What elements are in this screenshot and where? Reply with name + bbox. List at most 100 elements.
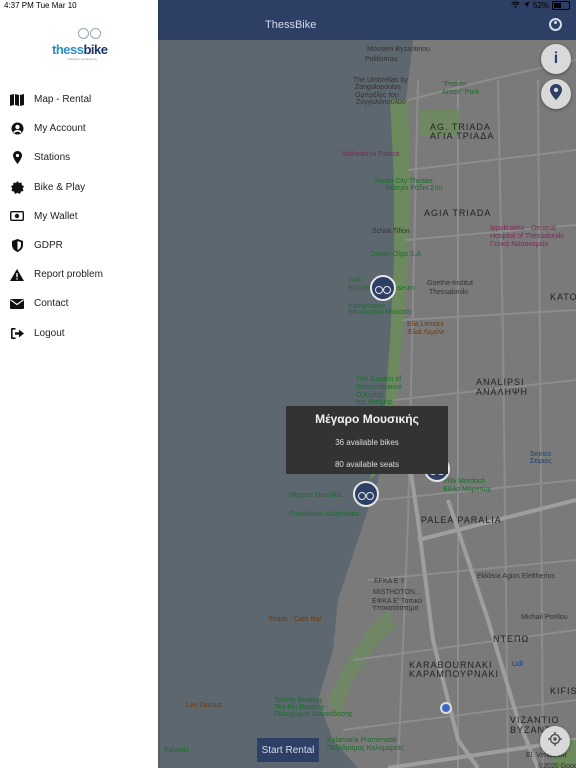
map-icon xyxy=(0,93,34,106)
map-label: Sharki - Cafe Bar xyxy=(268,616,322,623)
map-label: KARABOURNAKI xyxy=(409,660,493,670)
thessbike-logo: thessbike ποδήλατο μετακίνησης xyxy=(52,28,108,62)
station-name: Μέγαρο Μουσικής xyxy=(315,412,419,426)
logo-wordmark: thessbike xyxy=(52,42,108,57)
map-label: Politismou xyxy=(365,56,398,63)
shield-icon xyxy=(0,239,34,253)
location-pin-button[interactable] xyxy=(541,79,571,109)
menu-item-map-rental[interactable]: Map - Rental xyxy=(0,85,158,114)
available-bikes: 36 available bikes xyxy=(335,438,399,447)
map-label: AG. TRIADA xyxy=(430,122,491,132)
menu-item-gdpr[interactable]: GDPR xyxy=(0,231,158,260)
map-label: Les Zazous xyxy=(186,702,223,709)
status-right: 52% xyxy=(511,1,570,10)
menu-item-label: My Wallet xyxy=(34,210,78,222)
menu-item-label: Contact xyxy=(34,298,69,310)
badge-icon xyxy=(0,180,34,194)
menu-item-label: Logout xyxy=(34,327,65,339)
map-label: Πολυχώρος Διασκέδασης xyxy=(274,711,353,718)
warning-icon xyxy=(0,268,34,281)
map-label: Θέατρο Ράδιο Σίτυ xyxy=(385,185,443,192)
map-label: Michail Psellou xyxy=(521,614,568,621)
menu-item-label: Report problem xyxy=(34,269,103,281)
menu-item-stations[interactable]: Stations xyxy=(0,143,158,172)
map-label: ©2020 Google xyxy=(538,763,576,768)
map-label: Thessaloniki xyxy=(429,289,468,296)
map-label: KATO xyxy=(550,292,576,302)
map-label: ΑΝΑΛΗΨΗ xyxy=(476,387,529,397)
map-label: Scholi Tifion xyxy=(372,228,410,235)
menu-item-label: Stations xyxy=(34,152,71,164)
map-label: Remembrance xyxy=(356,384,402,391)
logout-icon xyxy=(0,327,34,339)
menu-item-label: GDPR xyxy=(34,240,63,252)
menu-item-report-problem[interactable]: Report problem xyxy=(0,260,158,289)
map-label: Goethe-Institut xyxy=(427,280,473,287)
map-label: Makedonia Palace xyxy=(342,151,400,158)
crosshair-icon xyxy=(548,731,562,751)
account-icon xyxy=(0,122,34,135)
map-label: Σείριος xyxy=(530,458,552,465)
map-label: VIZANTIO xyxy=(510,715,560,725)
map-label: The Garden of xyxy=(356,376,402,383)
status-date: Tue Mar 10 xyxy=(36,1,77,10)
logo-wheel-icon xyxy=(78,28,89,39)
status-time: 4:37 PM xyxy=(4,1,34,10)
location-pin-icon xyxy=(550,83,562,105)
info-button[interactable]: i xyxy=(541,44,571,74)
map-label: Ippokrateio - General xyxy=(490,225,556,232)
map-label: ΝΤΕΠΩ xyxy=(493,634,530,644)
bike-station-marker-selected[interactable] xyxy=(353,481,379,507)
map-label: Υποκατάστημα xyxy=(372,605,419,612)
bike-station-marker[interactable] xyxy=(370,275,396,301)
battery-icon xyxy=(552,1,570,10)
status-bar: 4:37 PM Tue Mar 10 52% xyxy=(0,0,576,12)
profile-icon[interactable] xyxy=(549,18,562,31)
station-popup[interactable]: Μέγαρο Μουσικής 36 available bikes 80 av… xyxy=(286,406,448,474)
map-view[interactable]: Mousein Byzantinou Politismou The Umbrella… xyxy=(158,0,576,768)
info-icon: i xyxy=(553,50,559,67)
menu-item-bike-play[interactable]: Bike & Play xyxy=(0,173,158,202)
wallet-icon xyxy=(0,211,34,222)
map-label: Ekklisia Agios Eleftherios xyxy=(477,573,555,580)
available-seats: 80 available seats xyxy=(334,460,400,469)
map-label: Hospital of Thessaloniki xyxy=(490,233,564,240)
menu-item-label: Bike & Play xyxy=(34,181,86,193)
wifi-icon xyxy=(511,1,520,10)
envelope-icon xyxy=(0,298,34,309)
map-label: AGIA TRIADA xyxy=(424,208,492,218)
map-label: Lidl xyxy=(512,661,523,668)
map-label: PALEA PARALIA xyxy=(421,515,502,525)
menu-item-logout[interactable]: Logout xyxy=(0,319,158,348)
logo-tagline: ποδήλατο μετακίνησης xyxy=(66,57,98,61)
map-label: Zongolopoulos xyxy=(355,84,401,91)
map-label: Ζογγολόπουλου xyxy=(356,99,406,106)
map-label: Poseidonio Kolimvitirio xyxy=(289,511,360,518)
menu-item-contact[interactable]: Contact xyxy=(0,289,158,318)
map-label: Megaro Mousikis xyxy=(289,492,342,499)
map-label: Folk xyxy=(348,277,362,284)
map-label: EFKA E Y xyxy=(374,578,405,585)
map-label: "Pedion xyxy=(442,81,467,88)
menu-item-my-account[interactable]: My Account xyxy=(0,114,158,143)
map-label: Kalamaria Promenade xyxy=(327,737,397,744)
my-location-button[interactable] xyxy=(540,726,570,756)
start-rental-button[interactable]: Start Rental xyxy=(257,738,319,762)
menu-item-my-wallet[interactable]: My Wallet xyxy=(0,202,158,231)
location-pin-icon xyxy=(0,151,34,165)
map-label: Elia Lemoni xyxy=(407,321,444,328)
app-title: ThessBike xyxy=(265,19,317,31)
map-label: MISTHOTON... xyxy=(373,589,421,596)
map-label: Villa Mordoch xyxy=(443,478,486,485)
map-label: Εθνολογικό Μουσείο xyxy=(348,309,412,316)
map-label: Mousein Byzantinou xyxy=(367,46,431,53)
map-label: Βίλλα Μορντώχ xyxy=(443,486,491,493)
battery-percent: 52% xyxy=(532,1,549,10)
map-label: Ελιά Λεμόνι xyxy=(408,329,445,336)
menu-item-label: Map - Rental xyxy=(34,94,92,106)
map-label: ANALIPSI xyxy=(476,377,525,387)
map-label: KIFISI xyxy=(550,686,576,696)
side-menu: thessbike ποδήλατο μετακίνησης Map - Ren… xyxy=(0,0,158,768)
side-menu-list: Map - Rental My Account Stations Bike & … xyxy=(0,85,158,348)
location-arrow-icon xyxy=(523,1,530,10)
